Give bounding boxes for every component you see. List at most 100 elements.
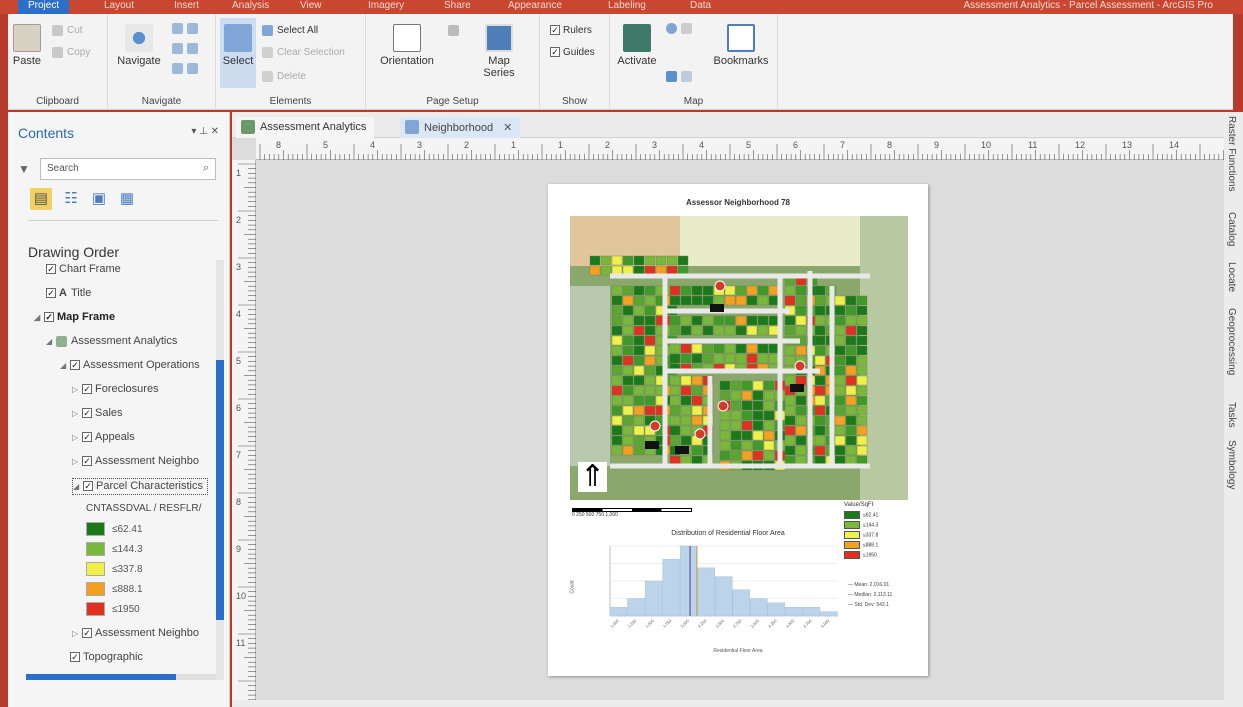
select-all-button[interactable]: Select All <box>262 24 318 38</box>
editing-view-icon[interactable]: ▣ <box>88 188 110 210</box>
drawing-order-view-icon[interactable]: ▤ <box>30 188 52 210</box>
close-icon[interactable]: ✕ <box>503 122 512 134</box>
assessment-neighborhoods-check[interactable]: ✓ <box>82 456 92 467</box>
pane-controls[interactable]: ▾ ⊥ ✕ <box>191 126 219 137</box>
toc-item-foreclosures[interactable]: ▷ ✓ Foreclosures <box>72 382 159 397</box>
tab-neighborhood[interactable]: Neighborhood ✕ <box>400 117 521 138</box>
toc-item-assessment-neighborhoods-2[interactable]: ▷ ✓ Assessment Neighbo <box>72 626 199 641</box>
collapse-arrow-icon[interactable]: ◢ <box>73 480 83 494</box>
search-icon[interactable]: ⌕ <box>203 162 209 175</box>
map-legend[interactable]: Value/SqFt ≤62.41 ≤144.3 ≤337.8 ≤888.1 ≤… <box>844 502 924 561</box>
tab-analysis[interactable]: Analysis <box>232 0 269 14</box>
guides-check[interactable]: ✓ <box>550 47 560 58</box>
dock-tab-tasks[interactable]: Tasks <box>1226 402 1237 428</box>
foreclosures-check[interactable]: ✓ <box>82 384 92 395</box>
appeals-check[interactable]: ✓ <box>82 432 92 443</box>
tab-view[interactable]: View <box>300 0 322 14</box>
sales-check[interactable]: ✓ <box>82 408 92 419</box>
page-size-button[interactable] <box>448 24 463 38</box>
toc-item-assessment-analytics[interactable]: ◢ Assessment Analytics <box>46 334 177 349</box>
assessment-operations-check[interactable]: ✓ <box>70 360 80 371</box>
selection-view-icon[interactable]: ☷ <box>60 188 82 210</box>
copy-button[interactable]: Copy <box>52 46 90 60</box>
activate-button[interactable]: Activate <box>614 24 660 67</box>
expand-arrow-icon[interactable]: ▷ <box>72 383 82 397</box>
toc-item-assessment-operations[interactable]: ◢ ✓ Assessment Operations <box>60 358 200 373</box>
delete-button[interactable]: Delete <box>262 70 306 84</box>
chart-frame-check[interactable]: ✓ <box>46 264 56 275</box>
layout-page[interactable]: Assessor Neighborhood 78 ⇑ 0 250 500 750… <box>548 184 928 676</box>
legend-swatch[interactable] <box>86 522 105 536</box>
expand-arrow-icon[interactable]: ▷ <box>72 455 82 469</box>
tab-insert[interactable]: Insert <box>174 0 199 14</box>
rulers-check[interactable]: ✓ <box>550 25 560 36</box>
tab-assessment-analytics[interactable]: Assessment Analytics <box>236 117 375 138</box>
tab-layout[interactable]: Layout <box>104 0 134 14</box>
topographic-check[interactable]: ✓ <box>70 652 80 663</box>
search-input[interactable]: Search ⌕ <box>40 158 216 180</box>
fixed-zoom-tools[interactable] <box>172 62 202 76</box>
collapse-arrow-icon[interactable]: ◢ <box>60 359 70 373</box>
full-extent-tools[interactable] <box>172 42 202 56</box>
collapse-arrow-icon[interactable]: ◢ <box>46 335 56 349</box>
guides-checkbox[interactable]: ✓ Guides <box>550 46 595 60</box>
horizontal-ruler[interactable]: 8 5 4 3 2 1 1 2 3 4 5 6 7 8 9 10 11 12 13 14 <box>256 138 1224 160</box>
assessment-neighborhoods-2-check[interactable]: ✓ <box>82 628 92 639</box>
back-forward-tools[interactable] <box>666 70 696 84</box>
legend-swatch[interactable] <box>86 602 105 616</box>
bookmarks-button[interactable]: Bookmarks <box>710 24 772 67</box>
collapse-arrow-icon[interactable]: ◢ <box>34 311 44 325</box>
toc-horizontal-scrollbar[interactable] <box>26 674 216 680</box>
map-frame-check[interactable]: ✓ <box>44 312 54 323</box>
toc-item-title[interactable]: ✓ A Title <box>46 286 91 300</box>
dock-tab-symbology[interactable]: Symbology <box>1226 440 1237 489</box>
toc-item-assessment-neighborhoods[interactable]: ▷ ✓ Assessment Neighbo <box>72 454 199 469</box>
toc-item-topographic[interactable]: ✓ Topographic <box>70 650 143 664</box>
legend-swatch[interactable] <box>86 582 105 596</box>
expand-arrow-icon[interactable]: ▷ <box>72 431 82 445</box>
map-series-button[interactable]: Map Series <box>474 24 524 79</box>
toc-item-map-frame[interactable]: ◢ ✓ Map Frame <box>34 310 115 325</box>
tab-share[interactable]: Share <box>444 0 471 14</box>
map-nav-tools[interactable] <box>666 22 696 36</box>
legend-swatch[interactable] <box>86 542 105 556</box>
expand-arrow-icon[interactable]: ▷ <box>72 627 82 641</box>
paste-button[interactable]: Paste <box>12 24 42 67</box>
tab-appearance[interactable]: Appearance <box>508 0 562 14</box>
select-button[interactable]: Select <box>220 18 256 88</box>
layout-view[interactable]: 8 5 4 3 2 1 1 2 3 4 5 6 7 8 9 10 11 12 13 14 1 2 3 4 5 6 7 8 9 10 11 … <box>232 138 1224 701</box>
dock-tab-raster-functions[interactable]: Raster Functions <box>1226 116 1237 192</box>
tab-imagery[interactable]: Imagery <box>368 0 404 14</box>
rulers-checkbox[interactable]: ✓ Rulers <box>550 24 592 38</box>
title-check[interactable]: ✓ <box>46 288 56 299</box>
legend-swatch[interactable] <box>86 562 105 576</box>
filter-icon[interactable]: ▼ <box>18 162 30 176</box>
cut-button[interactable]: Cut <box>52 24 83 38</box>
toc-item-parcel-characteristics[interactable]: ◢ ✓ Parcel Characteristics <box>72 478 208 495</box>
navigate-button[interactable]: Navigate <box>114 24 164 67</box>
map-title[interactable]: Assessor Neighborhood 78 <box>548 198 928 207</box>
toc-item-sales[interactable]: ▷ ✓ Sales <box>72 406 123 421</box>
expand-arrow-icon[interactable]: ▷ <box>72 407 82 421</box>
dock-tab-geoprocessing[interactable]: Geoprocessing <box>1226 308 1237 375</box>
tab-project[interactable]: Project <box>18 0 70 14</box>
histogram-chart[interactable]: 1,000 1,250 1,500 1,750 2,000 2,250 2,500 2,750… <box>588 538 848 648</box>
north-arrow-icon[interactable]: ⇑ <box>578 462 608 492</box>
snapping-view-icon[interactable]: ▦ <box>116 188 138 210</box>
parcel-characteristics-check[interactable]: ✓ <box>83 481 93 492</box>
map-frame[interactable]: ⇑ <box>570 216 908 500</box>
vertical-ruler[interactable]: 1 2 3 4 5 6 7 8 9 10 11 <box>232 160 256 701</box>
dock-tab-locate[interactable]: Locate <box>1226 262 1237 292</box>
dock-tab-catalog[interactable]: Catalog <box>1226 212 1237 246</box>
scale-bar[interactable]: 0 250 500 750 1,000 <box>572 508 692 518</box>
tab-data[interactable]: Data <box>690 0 711 14</box>
toc-vertical-scrollbar[interactable] <box>216 260 224 680</box>
toc-hscroll-thumb[interactable] <box>26 674 176 680</box>
orientation-button[interactable]: Orientation <box>374 24 440 67</box>
clear-selection-button[interactable]: Clear Selection <box>262 46 345 60</box>
toc-scroll-thumb[interactable] <box>216 360 224 620</box>
toc-item-appeals[interactable]: ▷ ✓ Appeals <box>72 430 135 445</box>
tab-labeling[interactable]: Labeling <box>608 0 646 14</box>
zoom-tools[interactable] <box>172 22 202 36</box>
toc-item-chart-frame[interactable]: ✓ Chart Frame <box>46 262 121 276</box>
